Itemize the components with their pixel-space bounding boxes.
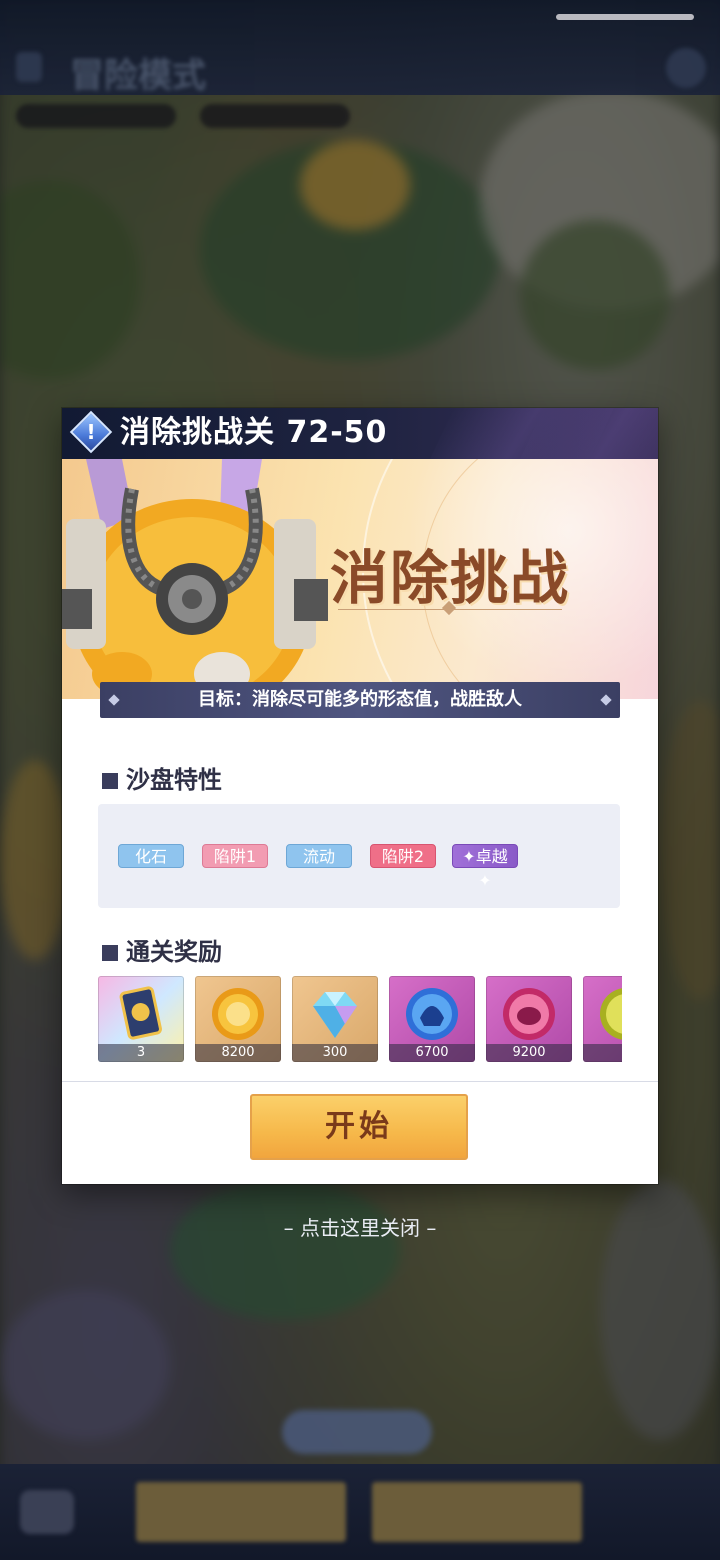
- traits-panel: 化石 陷阱1 流动 陷阱2 ✦卓越✦: [98, 804, 620, 908]
- bottom-button-left: [136, 1482, 346, 1542]
- resource-bar-1: [16, 104, 176, 128]
- reward-item[interactable]: 3: [98, 976, 184, 1062]
- map-pill: [282, 1410, 432, 1454]
- traits-heading: 沙盘特性: [102, 760, 222, 795]
- diamond-icon: [313, 992, 357, 1038]
- trait-tag-trap1[interactable]: 陷阱1: [202, 844, 268, 868]
- trait-tag-flow[interactable]: 流动: [286, 844, 352, 868]
- resource-bar-2: [200, 104, 350, 128]
- reward-count: 8200: [195, 1044, 281, 1062]
- rewards-list: 3 8200 300 6700 9200: [98, 976, 622, 1064]
- reward-item[interactable]: 6700: [389, 976, 475, 1062]
- footer-divider: [62, 1081, 658, 1082]
- mode-title: 冒险模式: [70, 56, 206, 96]
- reward-count: 300: [292, 1044, 378, 1062]
- back-icon: [16, 52, 42, 82]
- rewards-heading: 通关奖励: [102, 932, 222, 967]
- bottom-bar: [0, 1464, 720, 1560]
- reward-item[interactable]: 8200: [195, 976, 281, 1062]
- dialog-title: 消除挑战关 72-50: [120, 415, 388, 450]
- pink-mask-orb-icon: [503, 988, 555, 1040]
- reward-count: 3: [98, 1044, 184, 1062]
- blue-helmet-orb-icon: [406, 988, 458, 1040]
- reward-count: 6700: [389, 1044, 475, 1062]
- close-hint[interactable]: – 点击这里关闭 –: [0, 1212, 720, 1241]
- reward-count: 2: [583, 1044, 622, 1062]
- help-icon: [666, 48, 706, 88]
- yellow-orb-icon: [600, 988, 622, 1040]
- start-button[interactable]: 开始: [250, 1094, 468, 1160]
- traits-heading-text: 沙盘特性: [126, 766, 222, 794]
- heading-square-icon: [102, 945, 118, 961]
- reward-item[interactable]: 300: [292, 976, 378, 1062]
- gesture-bar: [556, 14, 694, 20]
- reward-item[interactable]: 2: [583, 976, 622, 1062]
- exclamation-icon: !: [86, 420, 96, 444]
- dialog-header: ! 消除挑战关 72-50: [62, 408, 658, 459]
- bottom-button-right: [372, 1482, 582, 1542]
- reward-item[interactable]: 9200: [486, 976, 572, 1062]
- trait-tag-excellent[interactable]: ✦卓越✦: [452, 844, 518, 890]
- heading-square-icon: [102, 773, 118, 789]
- card-icon: [119, 986, 162, 1040]
- goal-bar: 目标：消除尽可能多的形态值，战胜敌人: [100, 682, 620, 718]
- return-icon: [20, 1490, 74, 1534]
- challenge-dialog: ! 消除挑战关 72-50 消除挑战 目标：消除尽可能多的形态值，战胜敌人 沙盘…: [62, 408, 658, 1184]
- rewards-heading-text: 通关奖励: [126, 938, 222, 966]
- challenge-banner: 消除挑战: [62, 459, 658, 699]
- gold-coin-icon: [212, 988, 264, 1040]
- reward-count: 9200: [486, 1044, 572, 1062]
- robot-character-icon: [62, 459, 328, 699]
- trait-tag-trap2[interactable]: 陷阱2: [370, 844, 436, 868]
- trait-tag-fossil[interactable]: 化石: [118, 844, 184, 868]
